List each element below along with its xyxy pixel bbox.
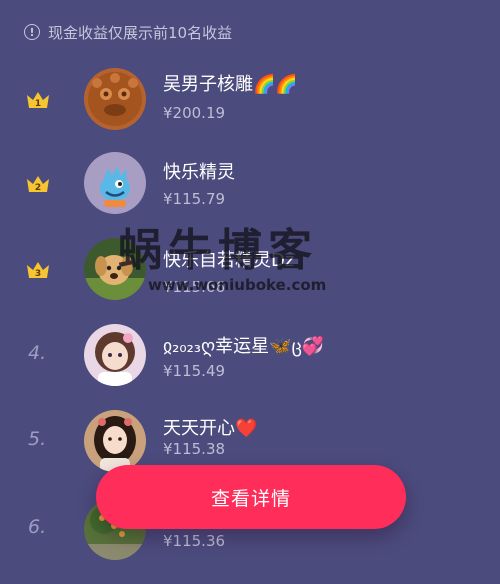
earnings-amount: ¥115.49 bbox=[163, 362, 226, 380]
rank-number: 6. bbox=[28, 516, 47, 538]
user-name: 天天开心❤️ bbox=[163, 418, 258, 439]
rank-number: 5. bbox=[28, 428, 47, 450]
user-name: 快乐精灵 bbox=[163, 162, 235, 183]
rank-number: 3 bbox=[35, 269, 41, 279]
view-details-button[interactable]: 查看详情 bbox=[96, 465, 406, 529]
earnings-amount: ¥115.66 bbox=[163, 278, 226, 296]
earnings-amount: ¥115.36 bbox=[163, 532, 226, 550]
leaderboard-row[interactable]: 1 吴男子核雕🌈🌈 ¥200.19 bbox=[0, 54, 500, 144]
rank-number: 2 bbox=[35, 183, 41, 193]
user-name: 吴男子核雕🌈🌈 bbox=[163, 74, 298, 95]
cartoon-monster-avatar[interactable] bbox=[84, 152, 146, 214]
user-name: ჲ₂₀₂₃ღ幸运星🦋ც💞 bbox=[163, 336, 325, 357]
crown-silver-icon: 2 bbox=[27, 176, 49, 193]
doll-girl-avatar[interactable] bbox=[84, 324, 146, 386]
notice-text: 现金收益仅展示前10名收益 bbox=[48, 23, 233, 42]
carved-lion-avatar[interactable] bbox=[84, 68, 146, 130]
user-name: 快乐自若精灵Dz bbox=[163, 250, 295, 271]
earnings-amount: ¥200.19 bbox=[163, 104, 226, 122]
earnings-amount: ¥115.38 bbox=[163, 440, 226, 458]
rank-number: 4. bbox=[28, 342, 47, 364]
leaderboard-row[interactable]: 3 快乐自若精灵Dz ¥115.66 bbox=[0, 236, 500, 326]
crown-bronze-icon: 3 bbox=[27, 262, 49, 279]
earnings-notice: ! 现金收益仅展示前10名收益 bbox=[24, 18, 232, 46]
leaderboard-row[interactable]: 4. ჲ₂₀₂₃ღ幸运星🦋ც💞 ¥115.49 bbox=[0, 322, 500, 412]
hanfu-girl-avatar[interactable] bbox=[84, 410, 146, 472]
dog-photo-avatar[interactable] bbox=[84, 238, 146, 300]
crown-gold-icon: 1 bbox=[27, 92, 49, 109]
earnings-amount: ¥115.79 bbox=[163, 190, 226, 208]
info-circle-icon: ! bbox=[24, 24, 40, 40]
rank-number: 1 bbox=[35, 99, 41, 109]
leaderboard-row[interactable]: 2 快乐精灵 ¥115.79 bbox=[0, 148, 500, 238]
